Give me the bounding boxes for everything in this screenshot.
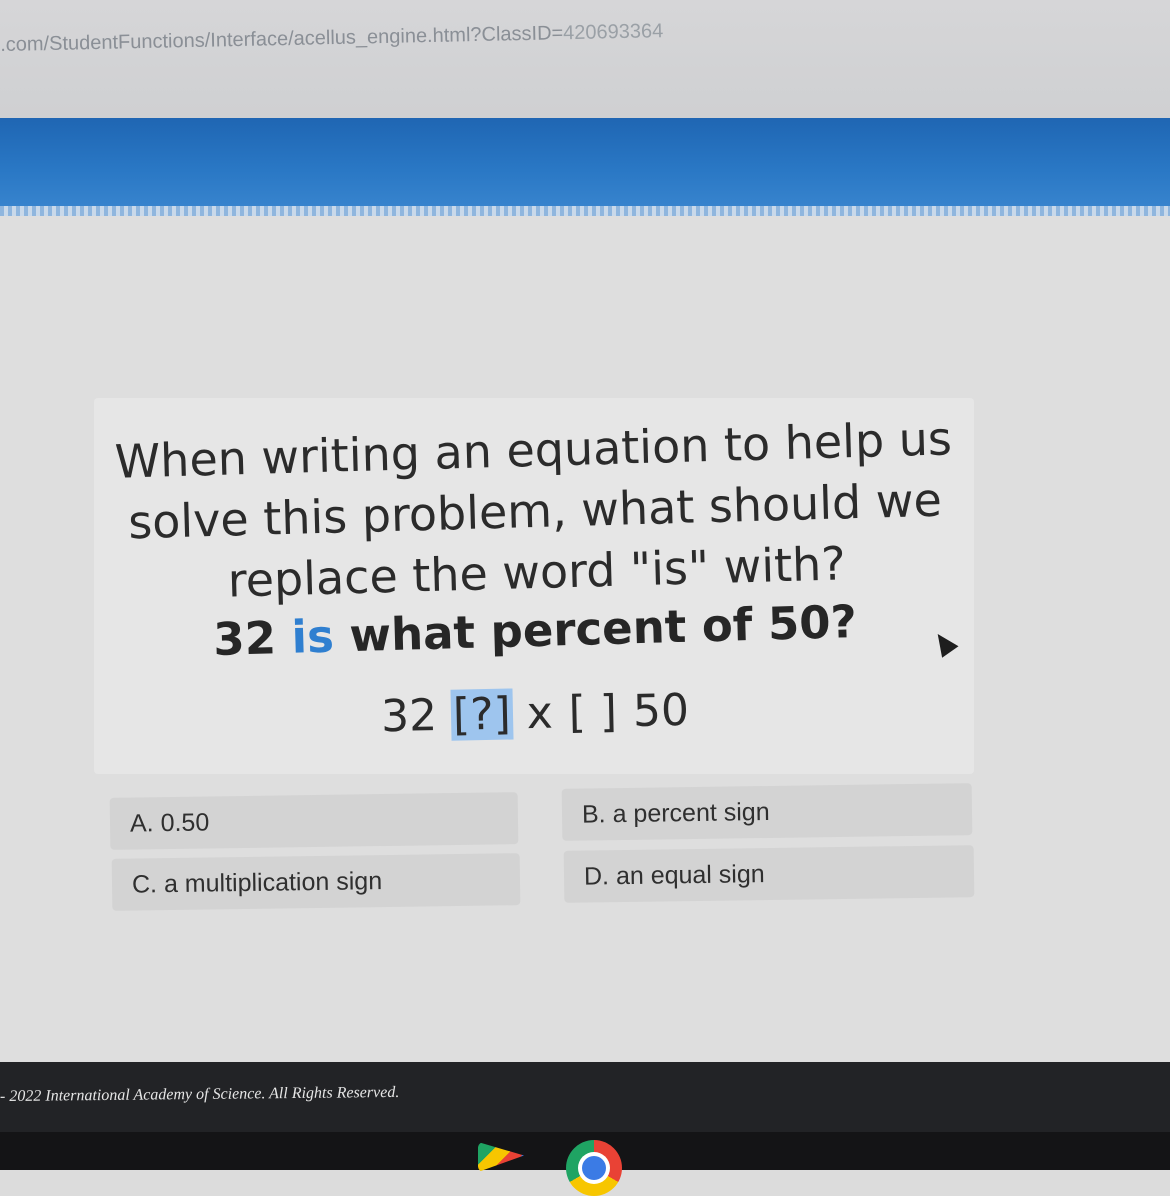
choice-c-label: C. a multiplication sign [131, 866, 383, 899]
equation-left: 32 [380, 689, 452, 743]
url-class-id: 420693364 [562, 20, 664, 45]
equation-right: 50 [618, 684, 690, 738]
problem-keyword: is [290, 609, 335, 664]
choice-d-label: D. an equal sign [583, 859, 765, 891]
problem-text-start: 32 [212, 610, 293, 666]
browser-address-bar[interactable]: .com/StudentFunctions/Interface/acellus_… [0, 0, 1170, 118]
choice-a-label: A. 0.50 [129, 807, 210, 838]
question-prompt: When writing an equation to help us solv… [98, 408, 973, 615]
choice-b-label: B. a percent sign [581, 797, 770, 829]
choice-d-button[interactable]: D. an equal sign [563, 845, 975, 903]
equation-operator: x [512, 687, 568, 740]
equation-slot-empty: [ ] [568, 686, 618, 739]
header-banner [0, 118, 1170, 214]
choice-b-button[interactable]: B. a percent sign [561, 783, 973, 841]
url-path: .com/StudentFunctions/Interface/acellus_… [0, 22, 564, 56]
equation-slot-active: [?] [450, 688, 514, 741]
url-text[interactable]: .com/StudentFunctions/Interface/acellus_… [0, 20, 664, 57]
choice-a-button[interactable]: A. 0.50 [109, 792, 519, 850]
banner-edge [0, 206, 1170, 216]
chrome-icon[interactable] [566, 1140, 622, 1196]
choice-c-button[interactable]: C. a multiplication sign [111, 853, 521, 911]
